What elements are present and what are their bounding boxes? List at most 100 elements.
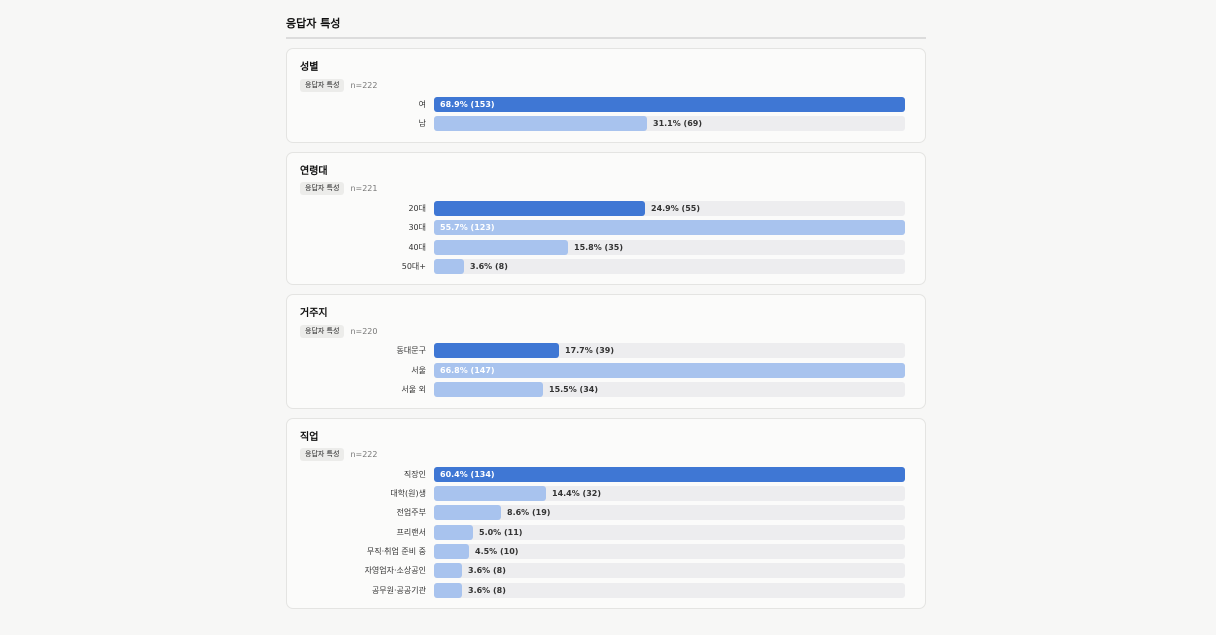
chart-card: 직업응답자 특성 n=222 직장인 60.4% (134) 대학(원)생 14.4% (… (286, 417, 926, 610)
category-tag: 응답자 특성 (300, 78, 345, 92)
category-tag: 응답자 특성 (300, 324, 345, 338)
bar-category-label: 프리랜서 (396, 527, 426, 537)
bar-category-label: 동대문구 (396, 346, 426, 356)
bar (434, 258, 464, 274)
bar-track: 68.9% (153) (434, 97, 905, 112)
bar (434, 544, 469, 560)
bar-row: 프리랜서 5.0% (11) (300, 524, 912, 540)
bar-track: 60.4% (134) (434, 466, 905, 482)
chart-cards: 성별 응답자 특성 n=222 여 68.9% (153) 남 31.1% (69) 연령대 응… (286, 48, 926, 610)
bar (434, 200, 645, 216)
chart-title: 연령대 (300, 165, 328, 177)
bar-value-label: 5.0% (11) (479, 527, 523, 537)
bar-track: 8.6% (19) (434, 505, 905, 521)
section-title: 응답자 특성 (286, 17, 341, 30)
sample-size: n=220 (350, 326, 378, 336)
bar-rows: 여 68.9% (153) 남 31.1% (69) (300, 97, 912, 142)
bar (434, 97, 905, 112)
bar-track: 3.6% (8) (434, 258, 905, 274)
bar-track: 5.0% (11) (434, 524, 905, 540)
bar-row: 30대 55.7% (123) (300, 220, 912, 236)
bar (434, 343, 559, 359)
bar (434, 362, 905, 378)
bar-category-label: 서울 (411, 365, 426, 375)
bar-category-label: 서울 외 (401, 385, 426, 395)
bar-rows: 직장인 60.4% (134) 대학(원)생 14.4% (32) 전업주부 8.6% (… (300, 466, 912, 609)
bar (434, 116, 647, 132)
bar-value-label: 4.5% (10) (475, 547, 519, 557)
chart-card: 거주지응답자 특성 n=220 동대문구 17.7% (39) 서울 66.8% (147… (286, 294, 926, 409)
bar-row: 남 31.1% (69) (300, 116, 912, 132)
bar (434, 239, 568, 255)
bar-value-label: 15.5% (34) (549, 385, 598, 395)
bar-category-label: 무직·취업 준비 중 (366, 547, 426, 557)
category-tag: 응답자 특성 (300, 448, 345, 462)
bar (434, 466, 905, 482)
sample-size: n=222 (350, 80, 378, 90)
bar-value-label: 24.9% (55) (651, 203, 700, 213)
chart-title: 직업 (300, 431, 319, 443)
bar-category-label: 공무원·공공기관 (371, 585, 426, 595)
bar-category-label: 자영업자·소상공인 (364, 566, 426, 576)
bar-value-label: 68.9% (153) (440, 100, 495, 109)
bar-row: 공무원·공공기관 3.6% (8) (300, 582, 912, 598)
bar (434, 524, 473, 540)
bar (434, 220, 905, 236)
bar-value-label: 60.4% (134) (440, 469, 495, 479)
bar-category-label: 남 (418, 119, 426, 129)
bar-track: 15.5% (34) (434, 382, 905, 398)
bar-track: 66.8% (147) (434, 362, 905, 378)
bar-row: 40대 15.8% (35) (300, 239, 912, 255)
bar-row: 50대+ 3.6% (8) (300, 258, 912, 274)
bar-row: 대학(원)생 14.4% (32) (300, 485, 912, 501)
bar-row: 여 68.9% (153) (300, 97, 912, 112)
chart-meta: 응답자 특성 n=222 (300, 448, 912, 462)
bar-row: 무직·취업 준비 중 4.5% (10) (300, 544, 912, 560)
bar-value-label: 15.8% (35) (574, 242, 623, 252)
chart-meta: 응답자 특성 n=221 (300, 182, 912, 196)
bar-rows: 20대 24.9% (55) 30대 55.7% (123) 40대 15.8% (35)… (300, 200, 912, 285)
bar-row: 자영업자·소상공인 3.6% (8) (300, 563, 912, 579)
bar-category-label: 직장인 (403, 469, 426, 479)
bar (434, 505, 501, 521)
bar-category-label: 30대 (408, 223, 426, 233)
category-tag: 응답자 특성 (300, 182, 345, 196)
bar-track: 3.6% (8) (434, 563, 905, 579)
bar-row: 직장인 60.4% (134) (300, 466, 912, 482)
bar-track: 15.8% (35) (434, 239, 905, 255)
bar-value-label: 3.6% (8) (468, 585, 506, 595)
chart-title: 거주지 (300, 308, 328, 320)
bar (434, 582, 462, 598)
bar-category-label: 20대 (408, 203, 426, 213)
bar-category-label: 50대+ (401, 261, 426, 271)
section-divider (286, 37, 926, 39)
bar-track: 4.5% (10) (434, 544, 905, 560)
chart-card: 연령대응답자 특성 n=221 20대 24.9% (55) 30대 55.7% (123… (286, 151, 926, 286)
bar-value-label: 17.7% (39) (565, 346, 614, 356)
bar-value-label: 66.8% (147) (440, 365, 495, 375)
bar-track: 55.7% (123) (434, 220, 905, 236)
bar-value-label: 3.6% (8) (470, 261, 508, 271)
bar-category-label: 40대 (408, 242, 426, 252)
bar-rows: 동대문구 17.7% (39) 서울 66.8% (147) 서울 외 15.5% (34… (300, 343, 912, 407)
bar-category-label: 여 (418, 100, 426, 109)
bar-category-label: 전업주부 (396, 508, 426, 518)
sample-size: n=222 (350, 450, 378, 460)
bar-value-label: 31.1% (69) (653, 119, 702, 129)
bar (434, 485, 546, 501)
bar-row: 서울 66.8% (147) (300, 362, 912, 378)
sample-size: n=221 (350, 184, 378, 194)
bar-value-label: 3.6% (8) (468, 566, 506, 576)
bar (434, 563, 462, 579)
bar-value-label: 55.7% (123) (440, 223, 495, 233)
bar-track: 3.6% (8) (434, 582, 905, 598)
bar-row: 20대 24.9% (55) (300, 200, 912, 216)
survey-panel: 응답자 특성 성별 응답자 특성 n=222 여 68.9% (153) 남 31.1% (… (286, 0, 926, 618)
bar-row: 전업주부 8.6% (19) (300, 505, 912, 521)
bar-track: 31.1% (69) (434, 116, 905, 132)
bar-category-label: 대학(원)생 (390, 488, 426, 498)
bar-value-label: 8.6% (19) (507, 508, 551, 518)
chart-title: 성별 (300, 62, 319, 73)
bar-row: 동대문구 17.7% (39) (300, 343, 912, 359)
bar-track: 17.7% (39) (434, 343, 905, 359)
